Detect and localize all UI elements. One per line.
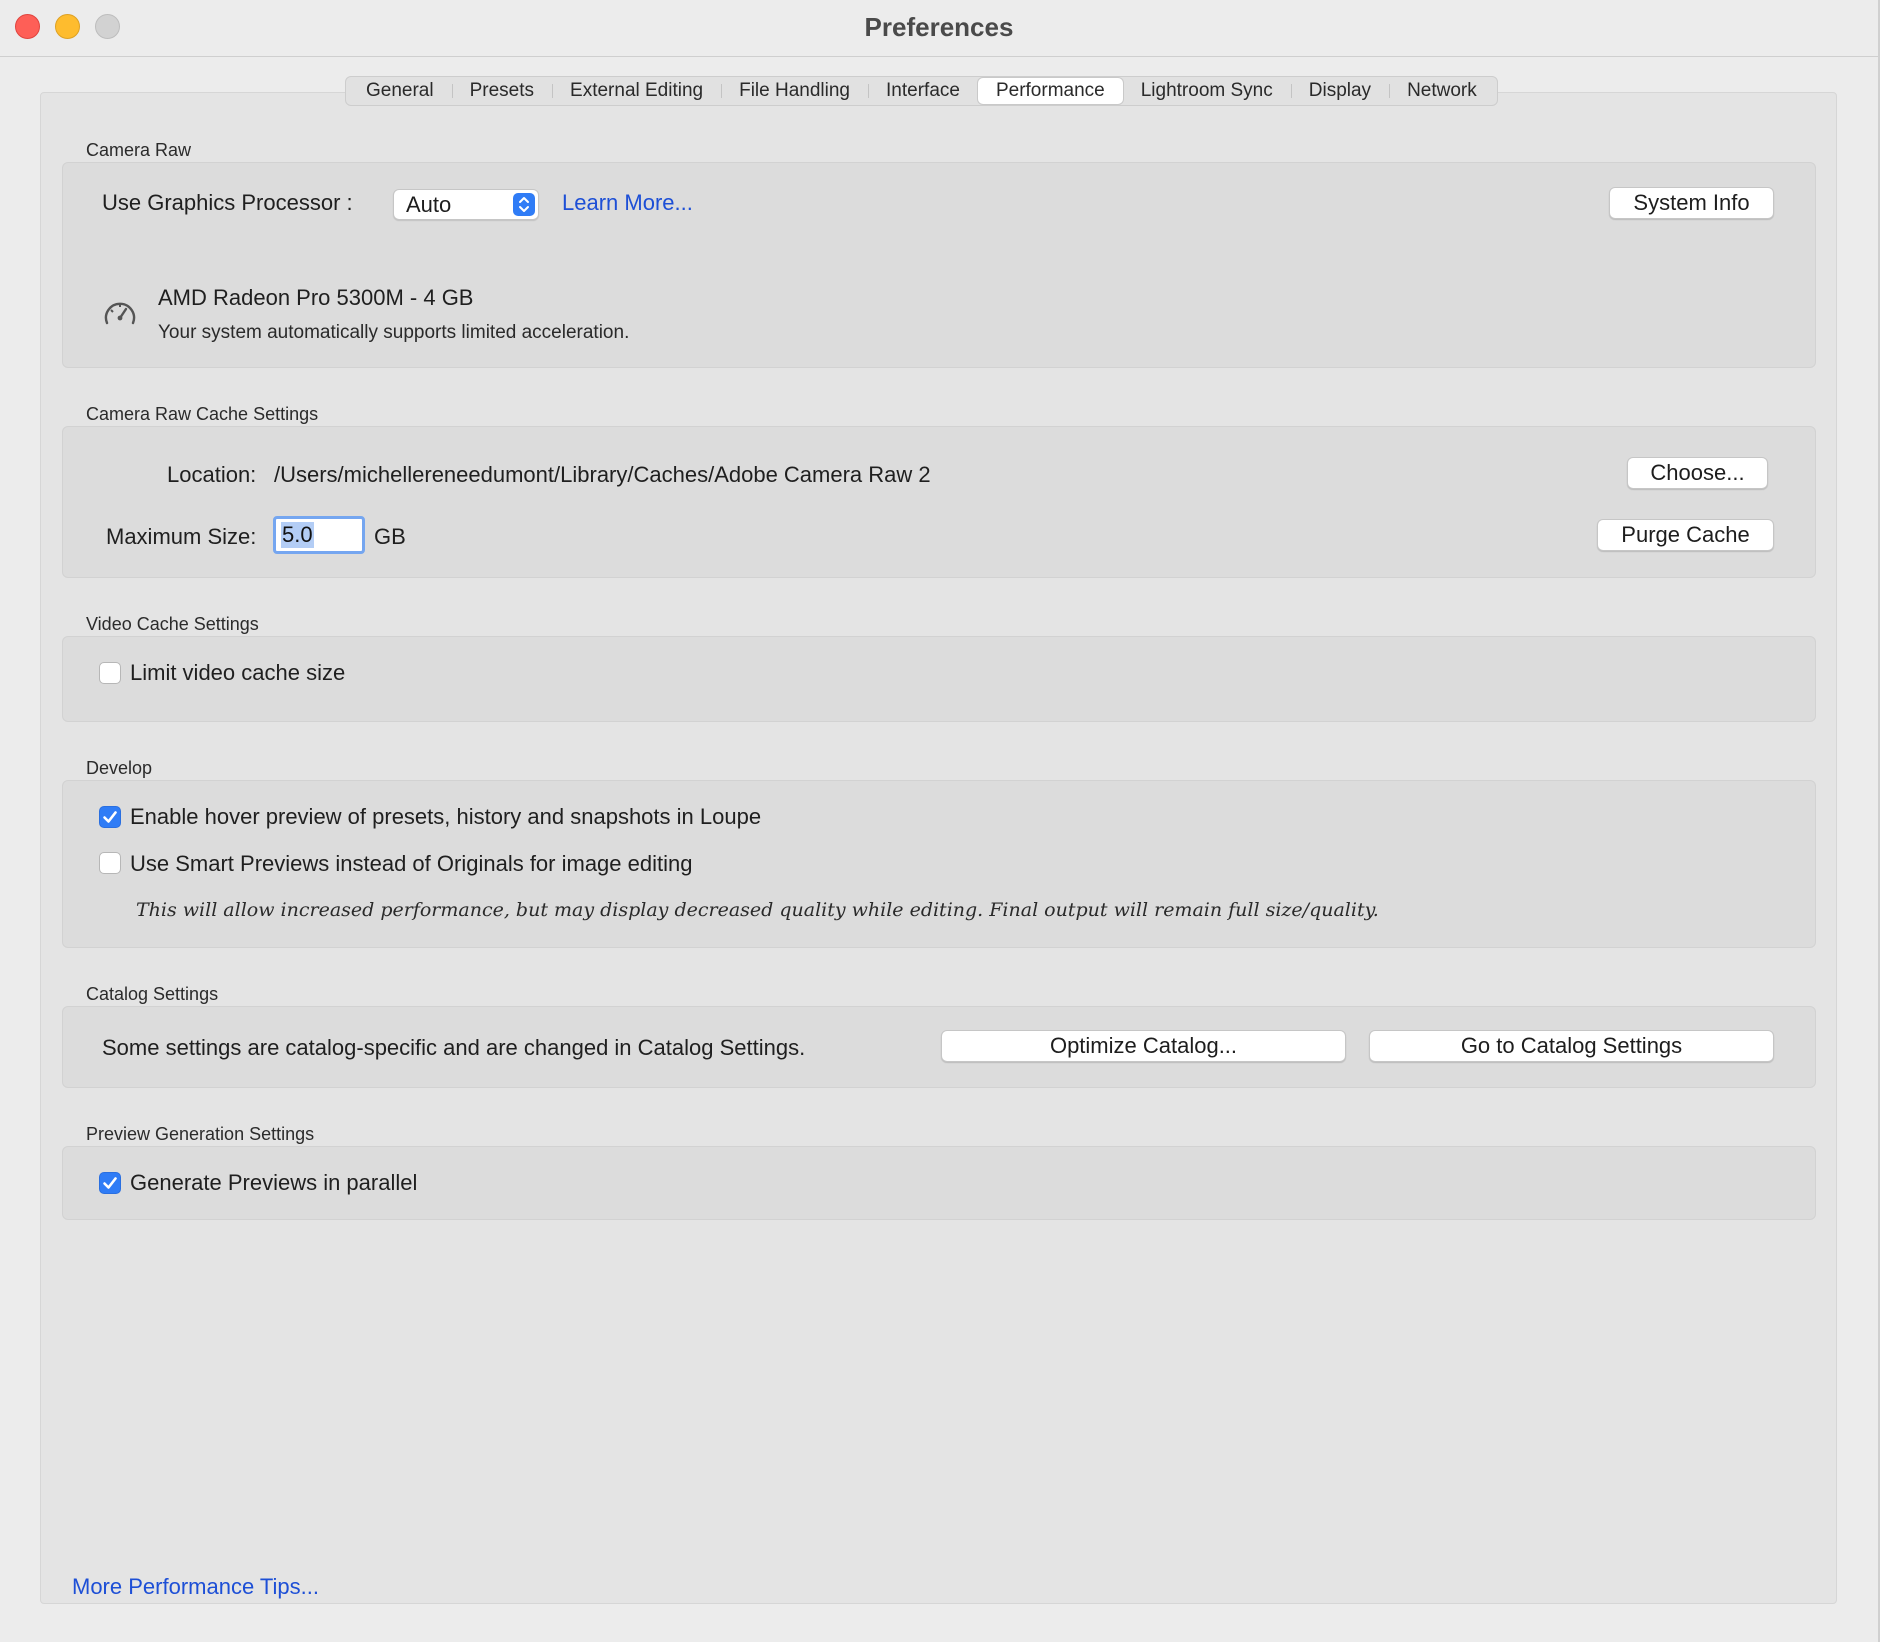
system-info-button[interactable]: System Info bbox=[1609, 187, 1774, 219]
tab-performance[interactable]: Performance bbox=[977, 78, 1123, 104]
max-size-unit: GB bbox=[374, 524, 406, 549]
hover-preview-checkbox[interactable] bbox=[99, 806, 121, 828]
generate-parallel-checkbox[interactable] bbox=[99, 1172, 121, 1194]
tab-general[interactable]: General bbox=[348, 78, 452, 104]
optimize-catalog-button[interactable]: Optimize Catalog... bbox=[941, 1030, 1346, 1062]
checkmark-icon bbox=[103, 1177, 117, 1189]
max-size-label: Maximum Size: bbox=[106, 524, 257, 549]
tab-network[interactable]: Network bbox=[1389, 78, 1495, 104]
cache-settings-group bbox=[62, 426, 1816, 578]
tab-bar: General Presets External Editing File Ha… bbox=[345, 76, 1498, 106]
go-to-catalog-settings-button[interactable]: Go to Catalog Settings bbox=[1369, 1030, 1774, 1062]
develop-heading: Develop bbox=[86, 758, 153, 778]
gauge-icon bbox=[104, 302, 136, 325]
limit-video-cache-checkbox[interactable] bbox=[99, 662, 121, 684]
location-label: Location: bbox=[167, 462, 257, 487]
chevron-updown-icon bbox=[513, 193, 535, 216]
checkmark-icon bbox=[103, 811, 117, 823]
purge-cache-button[interactable]: Purge Cache bbox=[1597, 519, 1774, 551]
limit-video-cache-label: Limit video cache size bbox=[130, 660, 346, 685]
gpu-status: Your system automatically supports limit… bbox=[158, 322, 630, 343]
gpu-name: AMD Radeon Pro 5300M - 4 GB bbox=[158, 285, 474, 310]
preferences-window: Preferences General Presets External Edi… bbox=[0, 0, 1880, 1642]
more-performance-tips-link[interactable]: More Performance Tips... bbox=[72, 1574, 319, 1600]
cache-settings-heading: Camera Raw Cache Settings bbox=[86, 404, 319, 424]
smart-previews-checkbox[interactable] bbox=[99, 852, 121, 874]
max-size-input[interactable]: 5.0 bbox=[273, 516, 365, 554]
title-bar: Preferences bbox=[0, 0, 1878, 57]
gpu-select[interactable]: Auto bbox=[393, 189, 539, 220]
tab-external-editing[interactable]: External Editing bbox=[552, 78, 721, 104]
generate-parallel-label: Generate Previews in parallel bbox=[130, 1170, 418, 1195]
hover-preview-label: Enable hover preview of presets, history… bbox=[130, 804, 762, 829]
gpu-label: Use Graphics Processor : bbox=[102, 190, 353, 215]
catalog-note: Some settings are catalog-specific and a… bbox=[102, 1035, 806, 1060]
tab-lightroom-sync[interactable]: Lightroom Sync bbox=[1123, 78, 1291, 104]
tab-presets[interactable]: Presets bbox=[451, 78, 552, 104]
video-cache-heading: Video Cache Settings bbox=[86, 614, 259, 634]
max-size-value: 5.0 bbox=[281, 522, 314, 548]
camera-raw-heading: Camera Raw bbox=[86, 140, 192, 160]
gpu-select-value: Auto bbox=[406, 192, 452, 217]
choose-button[interactable]: Choose... bbox=[1627, 457, 1768, 489]
window-title: Preferences bbox=[864, 12, 1014, 42]
tab-display[interactable]: Display bbox=[1290, 78, 1389, 104]
location-path: /Users/michellereneedumont/Library/Cache… bbox=[274, 462, 931, 487]
tab-interface[interactable]: Interface bbox=[868, 78, 978, 104]
smart-previews-hint: This will allow increased performance, b… bbox=[136, 899, 1379, 921]
catalog-settings-heading: Catalog Settings bbox=[86, 984, 219, 1004]
tab-file-handling[interactable]: File Handling bbox=[721, 78, 868, 104]
learn-more-link[interactable]: Learn More... bbox=[562, 190, 693, 216]
preview-generation-heading: Preview Generation Settings bbox=[86, 1124, 315, 1144]
smart-previews-label: Use Smart Previews instead of Originals … bbox=[130, 851, 693, 876]
